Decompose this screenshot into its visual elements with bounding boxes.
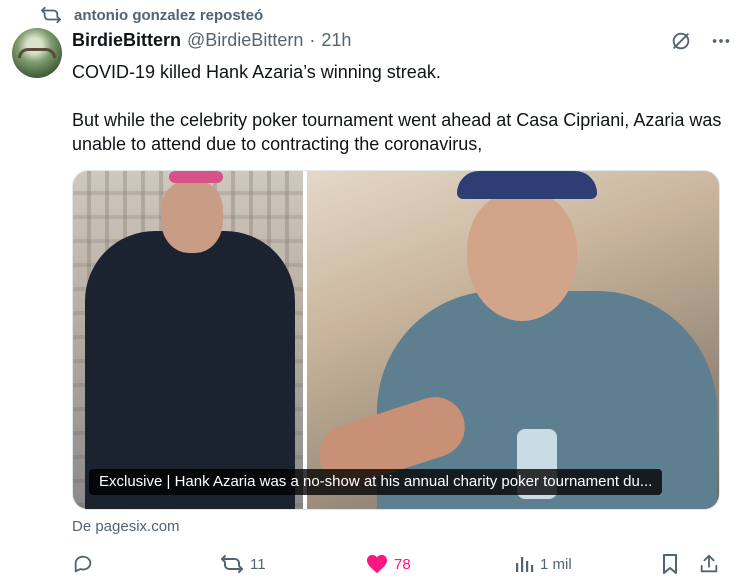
reply-icon (72, 553, 94, 575)
author-name[interactable]: BirdieBittern (72, 30, 181, 51)
views-count: 1 mil (540, 555, 572, 573)
reply-button[interactable] (72, 550, 94, 578)
share-icon (698, 553, 720, 575)
card-caption[interactable]: Exclusive | Hank Azaria was a no-show at… (89, 469, 663, 495)
like-button[interactable]: 78 (366, 550, 411, 578)
timestamp[interactable]: 21h (321, 30, 351, 51)
photo-right (307, 171, 719, 509)
card-source[interactable]: De pagesix.com (72, 518, 180, 535)
tweet-line-2: But while the celebrity poker tournament… (72, 110, 722, 154)
tweet-line-1: COVID-19 killed Hank Azaria’s winning st… (72, 62, 441, 82)
tweet-text: COVID-19 killed Hank Azaria’s winning st… (72, 60, 722, 156)
photo-left (73, 171, 303, 509)
link-card-media[interactable]: Exclusive | Hank Azaria was a no-show at… (72, 170, 720, 510)
avatar[interactable] (12, 28, 62, 78)
grok-icon[interactable] (670, 30, 692, 52)
top-actions (670, 30, 732, 52)
repost-icon (40, 6, 62, 24)
separator: · (309, 30, 316, 50)
retweet-count: 11 (250, 555, 266, 573)
action-bar: 11 78 1 mil (72, 550, 722, 578)
tweet-header: BirdieBittern @BirdieBittern · 21h (72, 30, 351, 51)
share-button[interactable] (698, 550, 720, 578)
repost-header[interactable]: antonio gonzalez reposteó (40, 6, 263, 24)
views-icon (514, 554, 534, 574)
bookmark-icon (660, 553, 680, 575)
more-icon[interactable] (710, 30, 732, 52)
retweet-button[interactable]: 11 (220, 550, 266, 578)
bookmark-button[interactable] (660, 550, 680, 578)
retweet-icon (220, 554, 244, 574)
repost-label[interactable]: antonio gonzalez reposteó (74, 7, 263, 24)
views-button[interactable]: 1 mil (514, 550, 572, 578)
like-icon (366, 554, 388, 574)
like-count: 78 (394, 555, 411, 573)
author-handle[interactable]: @BirdieBittern (187, 30, 303, 51)
